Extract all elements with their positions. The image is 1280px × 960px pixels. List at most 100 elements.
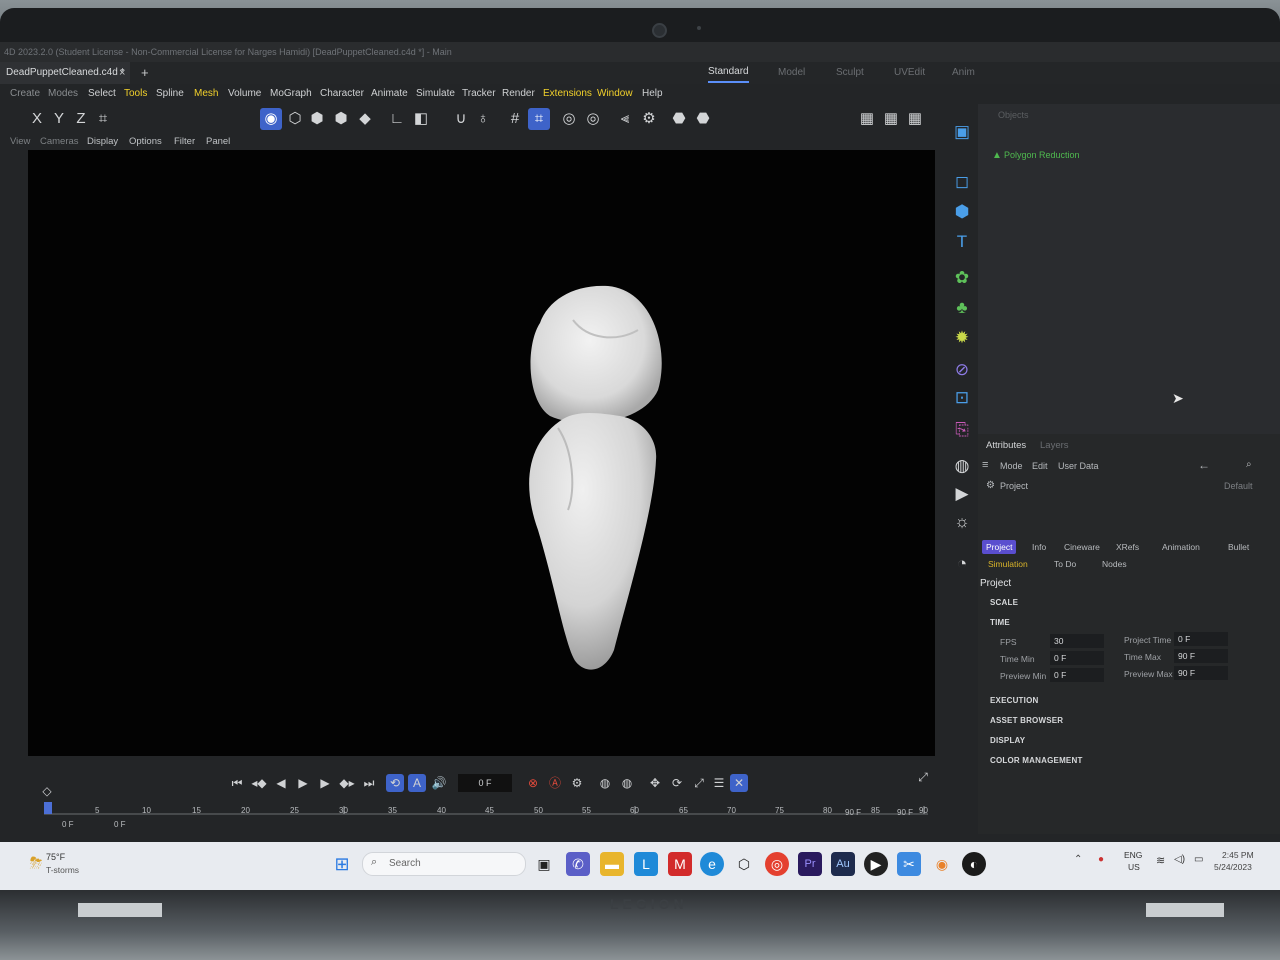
attr-preset-label[interactable]: Default [1224, 481, 1253, 491]
menu-mograph[interactable]: MoGraph [270, 84, 312, 104]
tab-attributes[interactable]: Attributes [986, 440, 1026, 451]
audition-icon[interactable]: Au [831, 852, 855, 876]
viewport-menu-filter[interactable]: Filter [174, 134, 195, 150]
scene-icon[interactable]: ⊡ [952, 388, 972, 408]
viewport-menu-view[interactable]: View [10, 134, 30, 150]
media-player-icon[interactable]: ▶ [864, 852, 888, 876]
attr-menu-edit[interactable]: Edit [1032, 461, 1048, 471]
menu-simulate[interactable]: Simulate [416, 84, 455, 104]
viewport-menu-display[interactable]: Display [87, 134, 118, 150]
teams-icon[interactable]: ✆ [566, 852, 590, 876]
render-settings-icon[interactable]: ▦ [904, 108, 926, 130]
battery-icon[interactable]: ▭ [1194, 854, 1203, 865]
menu-help[interactable]: Help [642, 84, 663, 104]
field-preview-max[interactable]: 90 F [1174, 666, 1228, 680]
menu-tracker[interactable]: Tracker [462, 84, 496, 104]
chip-cineware[interactable]: Cineware [1060, 540, 1104, 554]
workspace-uvedit[interactable]: UVEdit [894, 62, 925, 84]
generator-icon[interactable]: ✿ [952, 268, 972, 288]
file-explorer-icon[interactable]: ▬ [600, 852, 624, 876]
section-scale[interactable]: SCALE [990, 598, 1018, 607]
back-arrow-icon[interactable]: ← [1198, 458, 1210, 472]
axis-z-toggle[interactable]: Z [70, 108, 92, 130]
workplane-icon[interactable]: ⌗ [528, 108, 550, 130]
weather-icon[interactable]: ⛈ [24, 852, 48, 876]
clock-time[interactable]: 2:45 PM [1222, 850, 1254, 860]
section-color-management[interactable]: COLOR MANAGEMENT [990, 756, 1083, 765]
cinema4d-icon[interactable]: ◐ [962, 852, 986, 876]
range-start-field-2[interactable]: 0 F [114, 820, 126, 829]
model-mode-icon[interactable]: ◉ [260, 108, 282, 130]
cube-select-icon[interactable]: ▣ [952, 122, 972, 142]
environment-icon[interactable]: ◍ [952, 456, 972, 476]
section-execution[interactable]: EXECUTION [990, 696, 1038, 705]
menu-extensions[interactable]: Extensions [543, 84, 592, 104]
language-indicator[interactable]: ENG [1124, 850, 1142, 860]
field-time-max[interactable]: 90 F [1174, 649, 1228, 663]
menu-character[interactable]: Character [320, 84, 364, 104]
lumi-l-app-icon[interactable]: L [634, 852, 658, 876]
field-time-min[interactable]: 0 F [1050, 651, 1104, 665]
hamburger-menu-icon[interactable]: ≡ [982, 459, 988, 471]
axis-x-toggle[interactable]: X [26, 108, 48, 130]
menu-select[interactable]: Select [88, 84, 116, 104]
axis-mode-icon[interactable]: ∟ [386, 108, 408, 130]
viewport-menu-panel[interactable]: Panel [206, 134, 230, 150]
chip-to-do[interactable]: To Do [1050, 557, 1080, 571]
attr-menu-mode[interactable]: Mode [1000, 461, 1023, 471]
close-tab-icon[interactable]: × [119, 62, 125, 84]
chrome-icon[interactable]: ◎ [765, 852, 789, 876]
polygons-mode-icon[interactable]: ◆ [354, 108, 376, 130]
snip-tool-icon[interactable]: ✂ [897, 852, 921, 876]
menu-window[interactable]: Window [597, 84, 633, 104]
camera-icon[interactable]: ▶ [952, 484, 972, 504]
menu-modes[interactable]: Modes [48, 84, 78, 104]
menu-volume[interactable]: Volume [228, 84, 261, 104]
search-icon[interactable]: ⌕ [1246, 459, 1252, 470]
viewport-menu-cameras[interactable]: Cameras [40, 134, 79, 150]
render-picture-viewer-icon[interactable]: ▦ [880, 108, 902, 130]
object-mode-icon[interactable]: ⬡ [284, 108, 306, 130]
taskbar-search-box[interactable]: ⌕ Search [362, 852, 526, 876]
quantize-icon[interactable]: ♁ [472, 108, 494, 130]
chevron-up-icon[interactable]: ⌃ [1074, 854, 1082, 865]
menu-render[interactable]: Render [502, 84, 535, 104]
region-indicator[interactable]: US [1128, 862, 1140, 872]
field-project-time[interactable]: 0 F [1174, 632, 1228, 646]
mcafee-icon[interactable]: M [668, 852, 692, 876]
add-tab-icon[interactable]: + [141, 62, 149, 84]
cloner-icon[interactable]: ♣ [952, 298, 972, 318]
grid-icon[interactable]: # [504, 108, 526, 130]
edges-mode-icon[interactable]: ⬢ [330, 108, 352, 130]
field-fps[interactable]: 30 [1050, 634, 1104, 648]
section-time[interactable]: TIME [990, 618, 1010, 627]
attr-menu-user-data[interactable]: User Data [1058, 461, 1099, 471]
menu-animate[interactable]: Animate [371, 84, 408, 104]
edit-render-icon[interactable]: ◔ [952, 554, 972, 574]
wifi-icon[interactable]: ≋ [1156, 854, 1165, 867]
document-tab[interactable]: DeadPuppetCleaned.c4d * [0, 62, 131, 84]
enable-axis-icon[interactable]: ⬣ [692, 108, 714, 130]
tag-icon[interactable]: ⎘ [952, 420, 972, 440]
render-view-icon[interactable]: ▦ [856, 108, 878, 130]
chip-project[interactable]: Project [982, 540, 1017, 554]
volume-icon[interactable]: ◁) [1174, 854, 1185, 865]
premiere-pro-icon[interactable]: Pr [798, 852, 822, 876]
points-mode-icon[interactable]: ⬢ [306, 108, 328, 130]
viewport-menu-options[interactable]: Options [129, 134, 162, 150]
range-start-field[interactable]: 0 F [62, 820, 74, 829]
edge-icon[interactable]: e [700, 852, 724, 876]
task-view-icon[interactable]: ▣ [532, 852, 556, 876]
cube-primitive-icon[interactable]: ◻ [952, 172, 972, 192]
cube-icon[interactable]: ⬢ [952, 202, 972, 222]
tab-layers[interactable]: Layers [1040, 440, 1069, 451]
solo-icon[interactable]: ◎ [558, 108, 580, 130]
timeline-ruler[interactable] [0, 756, 950, 836]
workspace-standard[interactable]: Standard [708, 62, 749, 83]
windows-start-icon[interactable]: ⊞ [330, 852, 354, 876]
symmetry-icon[interactable]: ⫷ [614, 108, 636, 130]
lock-icon[interactable]: ⬣ [668, 108, 690, 130]
menu-tools[interactable]: Tools [124, 84, 147, 104]
menu-create[interactable]: Create [10, 84, 40, 104]
axis-y-toggle[interactable]: Y [48, 108, 70, 130]
